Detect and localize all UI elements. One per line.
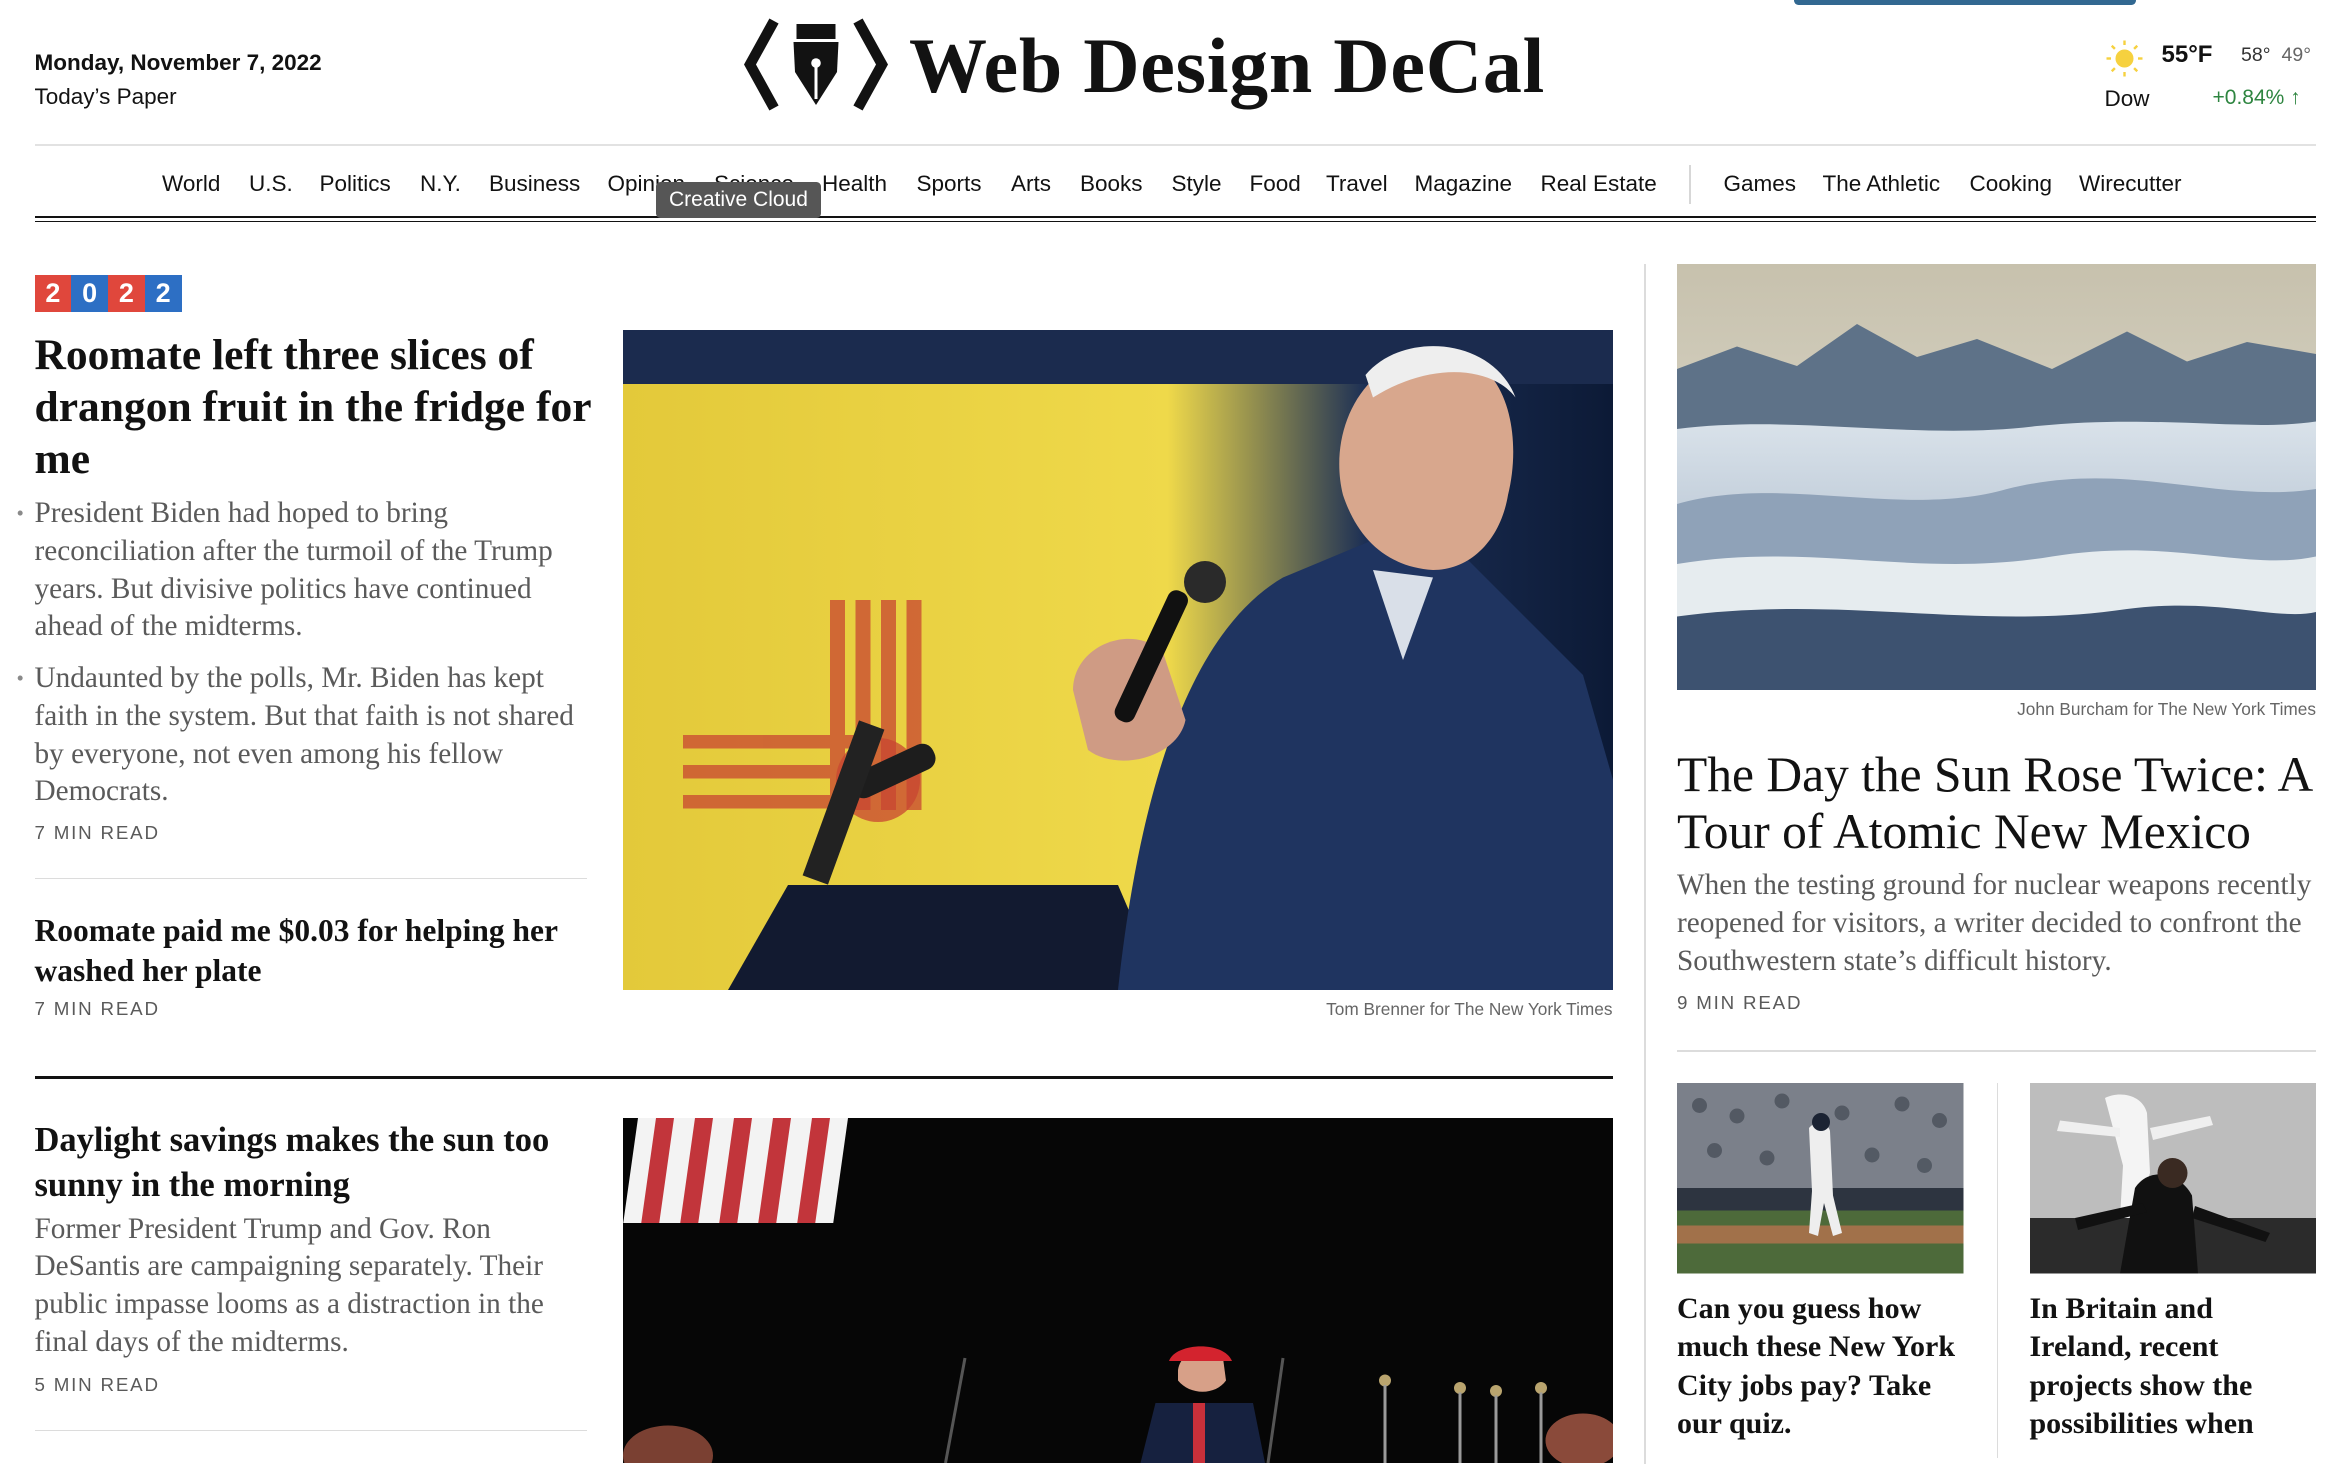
lead-summary-2-text: Undaunted by the polls, Mr. Biden has ke…	[34, 662, 574, 808]
nav-item-business[interactable]: Business	[489, 171, 580, 197]
nav-rule-bottom	[34, 220, 2316, 222]
tooltip: Creative Cloud	[655, 181, 822, 218]
feature-photo[interactable]	[1677, 264, 2316, 690]
quiz-photo[interactable]	[1677, 1083, 1964, 1274]
nav-item-real-estate[interactable]: Real Estate	[1541, 171, 1657, 197]
bullet-icon: •	[16, 666, 24, 690]
market-change: +0.84% ↑	[2212, 85, 2301, 109]
bullet-icon: •	[16, 501, 24, 525]
edition-date: Monday, November 7, 2022	[34, 49, 322, 75]
third-headline[interactable]: Daylight savings makes the sun too sunny…	[35, 1118, 593, 1208]
top-tab-indicator	[1794, 0, 2136, 5]
column-divider	[1996, 1083, 1998, 1458]
section-nav: World U.S. Politics N.Y. Business Opinio…	[0, 159, 2352, 207]
lead-summary-1-text: President Biden had hoped to bring recon…	[34, 497, 553, 643]
nav-item-politics[interactable]: Politics	[320, 171, 391, 197]
nav-item-health[interactable]: Health	[822, 171, 887, 197]
lead-photo-credit: Tom Brenner for The New York Times	[1326, 999, 1613, 1019]
column-divider	[1644, 264, 1646, 1464]
feature-summary[interactable]: When the testing ground for nuclear weap…	[1677, 867, 2322, 980]
todays-paper-link[interactable]: Today’s Paper	[35, 84, 177, 110]
nav-item-cooking[interactable]: Cooking	[1970, 171, 2053, 197]
nav-item-wirecutter[interactable]: Wirecutter	[2079, 171, 2182, 197]
third-photo[interactable]	[622, 1117, 1613, 1463]
market-label[interactable]: Dow	[2105, 86, 2150, 112]
nav-separator	[1689, 165, 1691, 204]
badge-digit: 2	[108, 274, 145, 312]
second-headline[interactable]: Roomate paid me $0.03 for helping her wa…	[35, 911, 593, 992]
nav-item-magazine[interactable]: Magazine	[1415, 171, 1513, 197]
nav-rule-top	[34, 216, 2316, 218]
nav-item-world[interactable]: World	[162, 171, 220, 197]
pen-nib-logo-icon[interactable]	[744, 12, 888, 117]
britain-headline[interactable]: In Britain and Ireland, recent projects …	[2030, 1290, 2317, 1443]
year-badge: 2 0 2 2	[34, 274, 182, 312]
dance-photo[interactable]	[2029, 1083, 2316, 1274]
nav-item-the-athletic[interactable]: The Athletic	[1823, 171, 1941, 197]
second-read-time: 7 MIN READ	[34, 997, 160, 1019]
badge-digit: 2	[144, 274, 182, 312]
nav-item-ny[interactable]: N.Y.	[420, 171, 461, 197]
sun-icon	[2105, 39, 2144, 78]
lead-summary-2[interactable]: • Undaunted by the polls, Mr. Biden has …	[17, 660, 593, 811]
nav-item-food[interactable]: Food	[1250, 171, 1301, 197]
nav-item-books[interactable]: Books	[1080, 171, 1143, 197]
nav-item-games[interactable]: Games	[1724, 171, 1797, 197]
site-title[interactable]: Web Design DeCal	[909, 21, 1545, 111]
current-temperature[interactable]: 55°F	[2162, 41, 2213, 69]
nav-item-travel[interactable]: Travel	[1326, 171, 1388, 197]
feature-photo-credit: John Burcham for The New York Times	[2017, 699, 2316, 719]
badge-digit: 2	[34, 274, 72, 312]
feature-headline[interactable]: The Day the Sun Rose Twice: A Tour of At…	[1677, 746, 2316, 860]
feature-read-time: 9 MIN READ	[1677, 991, 1803, 1013]
lead-headline[interactable]: Roomate left three slices of drangon fru…	[35, 330, 593, 485]
story-divider	[1677, 1050, 2316, 1052]
badge-digit: 0	[71, 274, 108, 312]
low-temperature: 49°	[2281, 43, 2312, 66]
story-divider	[34, 1429, 587, 1431]
third-read-time: 5 MIN READ	[34, 1374, 160, 1395]
quiz-headline[interactable]: Can you guess how much these New York Ci…	[1677, 1290, 1964, 1443]
story-divider	[34, 877, 587, 879]
lead-photo[interactable]	[622, 330, 1613, 990]
masthead-divider	[34, 144, 2316, 146]
lead-read-time: 7 MIN READ	[34, 822, 160, 843]
third-summary[interactable]: Former President Trump and Gov. Ron DeSa…	[35, 1211, 593, 1362]
nav-item-arts[interactable]: Arts	[1011, 171, 1051, 197]
nav-item-sports[interactable]: Sports	[917, 171, 982, 197]
section-divider	[34, 1075, 1613, 1079]
lead-summary-1[interactable]: • President Biden had hoped to bring rec…	[17, 495, 593, 646]
high-temperature: 58°	[2241, 43, 2271, 66]
nav-item-style[interactable]: Style	[1172, 171, 1222, 197]
nav-item-us[interactable]: U.S.	[249, 171, 293, 197]
